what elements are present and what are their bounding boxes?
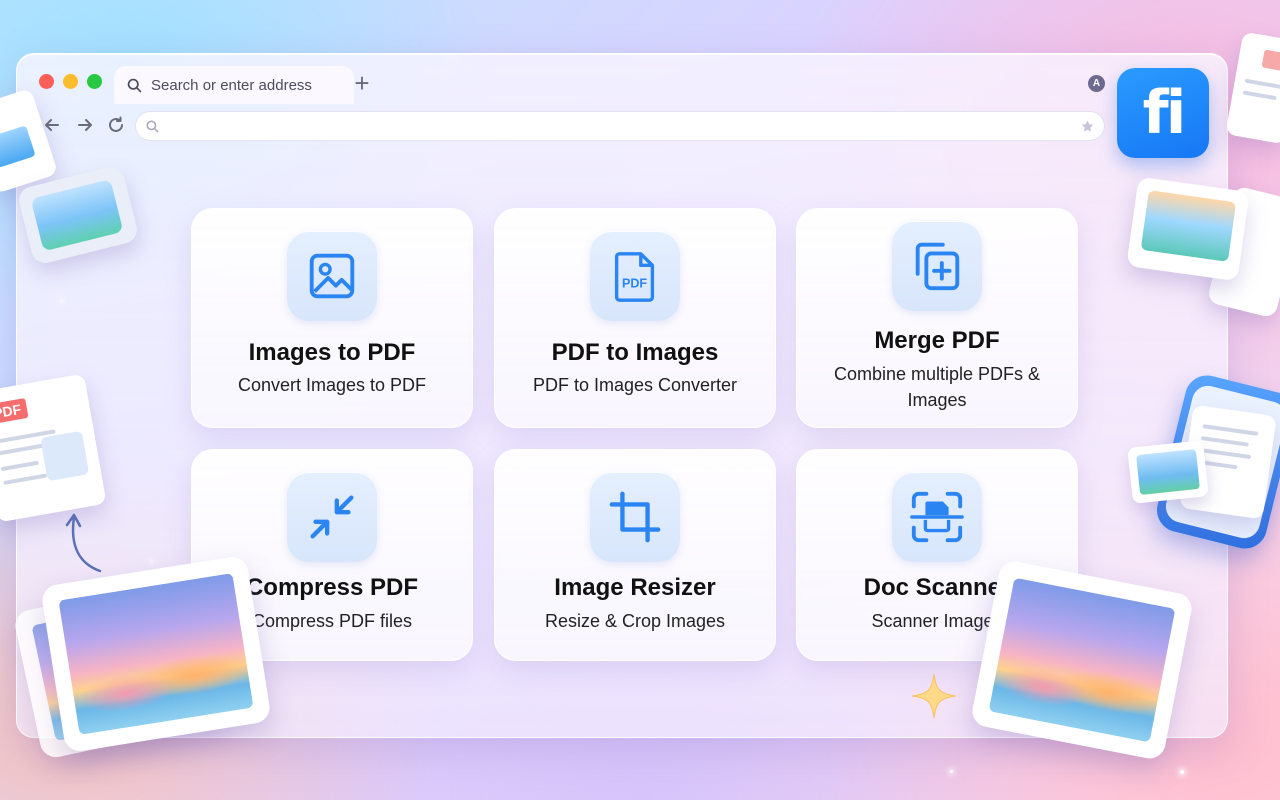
image-illustration xyxy=(1127,440,1209,504)
new-tab-button[interactable]: + xyxy=(347,68,377,98)
pdf-document-illustration xyxy=(1225,31,1280,145)
tool-icon-tile xyxy=(892,221,982,311)
image-illustration xyxy=(1126,176,1250,282)
tool-card-images-to-pdf[interactable]: Images to PDF Convert Images to PDF xyxy=(191,208,473,428)
tool-subtitle: Combine multiple PDFs & Images xyxy=(833,364,1041,410)
crop-icon xyxy=(609,491,661,543)
address-bar[interactable] xyxy=(135,111,1105,141)
pdf-tag: PDF xyxy=(0,398,29,425)
browser-tab[interactable]: Search or enter address xyxy=(114,66,354,104)
maximize-window-button[interactable] xyxy=(87,74,102,89)
reload-button[interactable] xyxy=(103,112,129,138)
tool-card-image-resizer[interactable]: Image Resizer Resize & Crop Images xyxy=(494,449,776,661)
minimize-window-button[interactable] xyxy=(63,74,78,89)
pdf-icon-text: PDF xyxy=(622,277,647,291)
app-logo: fi xyxy=(1117,68,1209,158)
tool-title: Image Resizer xyxy=(554,574,716,601)
tool-icon-tile xyxy=(590,472,680,562)
compress-arrows-icon xyxy=(310,495,354,539)
tool-icon-tile xyxy=(892,472,982,562)
tab-label: Search or enter address xyxy=(151,76,312,94)
tool-card-pdf-to-images[interactable]: PDF PDF to Images PDF to Images Converte… xyxy=(494,208,776,428)
tool-title: Merge PDF xyxy=(874,327,1000,354)
address-input[interactable] xyxy=(168,118,1080,134)
sparkle-star-icon xyxy=(911,673,957,719)
tool-title: Images to PDF xyxy=(248,339,416,366)
search-icon xyxy=(146,120,159,132)
photo-illustration xyxy=(40,554,272,754)
scanner-icon xyxy=(910,491,964,543)
tool-icon-tile: PDF xyxy=(590,231,680,321)
arrow-right-icon xyxy=(78,119,92,131)
pdf-file-icon: PDF xyxy=(614,252,655,302)
forward-button[interactable] xyxy=(72,112,98,138)
tool-icon-tile xyxy=(287,472,377,562)
tool-card-merge-pdf[interactable]: Merge PDF Combine multiple PDFs & Images xyxy=(796,208,1078,428)
tool-subtitle: Resize & Crop Images xyxy=(544,611,726,631)
tool-title: PDF to Images xyxy=(551,339,719,366)
profile-avatar[interactable]: A xyxy=(1088,75,1105,92)
tool-subtitle: PDF to Images Converter xyxy=(532,375,738,395)
tool-icon-tile xyxy=(287,231,377,321)
star-icon[interactable] xyxy=(1080,119,1095,134)
browser-titlebar: Search or enter address + A xyxy=(17,54,1227,110)
tool-subtitle: Convert Images to PDF xyxy=(237,375,427,395)
close-window-button[interactable] xyxy=(39,74,54,89)
browser-toolbar xyxy=(17,108,1227,146)
sparkle xyxy=(1180,770,1184,774)
merge-copy-icon xyxy=(915,242,960,291)
curved-arrow-icon xyxy=(65,513,102,573)
sparkle xyxy=(950,770,953,773)
image-icon xyxy=(309,253,355,299)
reload-icon xyxy=(109,116,123,132)
search-icon xyxy=(127,78,142,92)
